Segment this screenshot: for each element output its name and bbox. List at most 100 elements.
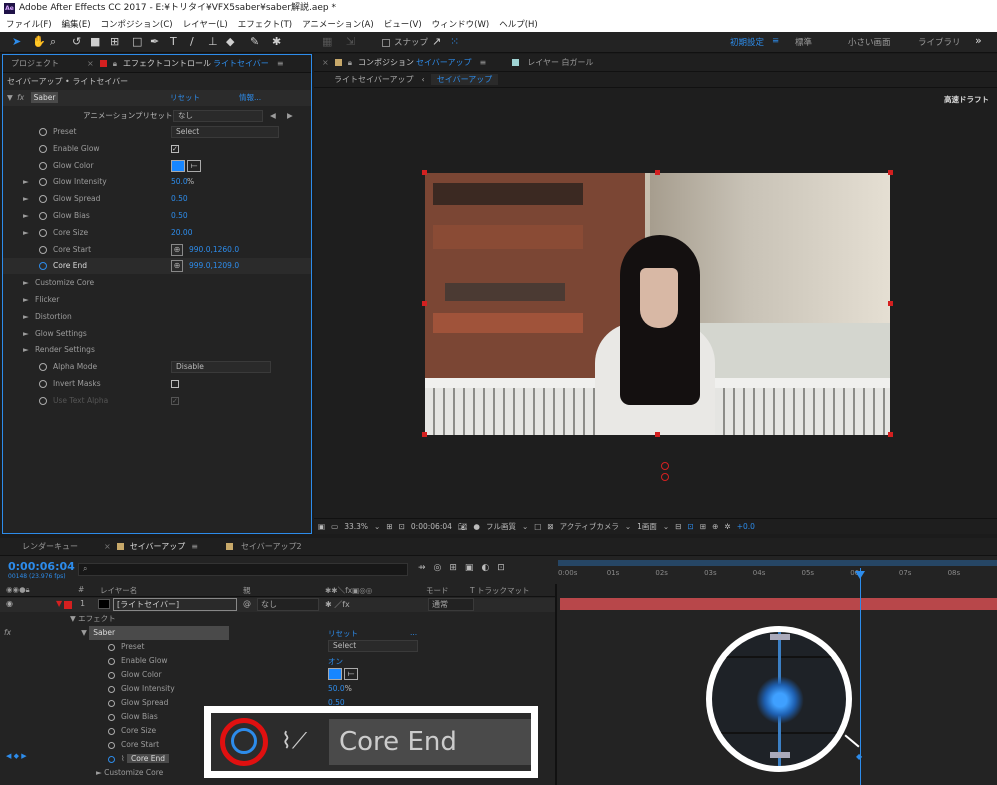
property-alpha-mode[interactable]: Alpha Mode Disable bbox=[3, 359, 311, 375]
tab-composition[interactable]: コンポジション bbox=[358, 57, 414, 68]
camera-tool-icon[interactable]: ■ bbox=[90, 35, 100, 48]
property-checkbox[interactable]: ✓ bbox=[171, 396, 179, 405]
graph-icon[interactable]: ⌇⟋ bbox=[281, 729, 307, 754]
tl-preset-dropdown[interactable]: Select bbox=[328, 640, 418, 652]
menu-animation[interactable]: アニメーション(A) bbox=[302, 18, 374, 30]
timeline-switch-icons[interactable]: ⇸◎⊞▣◐⊡ bbox=[418, 563, 513, 573]
workspace-small-screen[interactable]: 小さい画面 bbox=[848, 36, 891, 48]
zoom-tool-icon[interactable]: ⌕ bbox=[50, 35, 56, 49]
twirl-open-icon[interactable]: ▼ bbox=[70, 614, 78, 623]
workspace-libraries[interactable]: ライブラリ bbox=[918, 36, 961, 48]
point-value[interactable]: 990.0,1260.0 bbox=[189, 242, 239, 258]
property-core-start[interactable]: Core Start ⊕ 990.0,1260.0 bbox=[3, 242, 311, 258]
layer-handle[interactable] bbox=[655, 432, 660, 437]
property-use-text-alpha[interactable]: Use Text Alpha ✓ bbox=[3, 393, 311, 409]
selection-tool-icon[interactable]: ➤ bbox=[12, 35, 21, 48]
tl-property-glow-color[interactable]: Glow Color bbox=[108, 668, 162, 682]
stopwatch-icon[interactable] bbox=[108, 685, 115, 693]
tl-enable-glow-value[interactable]: オン bbox=[328, 656, 343, 667]
animation-preset-dropdown[interactable]: なし bbox=[173, 110, 263, 122]
property-value[interactable]: 50.0 bbox=[171, 174, 188, 190]
toggle-pixel-aspect-icon[interactable]: ⊟ bbox=[675, 522, 681, 531]
roto-brush-tool-icon[interactable]: ✎ bbox=[250, 35, 259, 48]
property-enable-glow[interactable]: Enable Glow ✓ bbox=[3, 141, 311, 157]
panel-menu-icon[interactable]: ≡ bbox=[480, 58, 487, 67]
stopwatch-icon[interactable] bbox=[108, 727, 115, 735]
twirl-closed-icon[interactable]: ► bbox=[23, 309, 29, 325]
flowchart-icon[interactable]: ⊕ bbox=[712, 522, 718, 531]
camera-snapshot-icon[interactable]: 📷︎ bbox=[458, 522, 468, 531]
rotate-tool-icon[interactable]: ↺ bbox=[72, 35, 81, 48]
effect-about-link[interactable]: 情報... bbox=[239, 90, 261, 106]
effect-more-link[interactable]: ... bbox=[410, 628, 417, 637]
twirl-open-icon[interactable]: ▼ bbox=[81, 628, 89, 637]
twirl-closed-icon[interactable]: ► bbox=[23, 275, 29, 291]
keyframe-icon[interactable]: ◆ bbox=[856, 752, 862, 761]
timeline-search-input[interactable]: ⌕ bbox=[78, 563, 408, 576]
tl-property-enable-glow[interactable]: Enable Glow bbox=[108, 654, 168, 668]
grid-icon[interactable]: ⊞ bbox=[386, 522, 392, 531]
core-start-point-icon[interactable] bbox=[661, 473, 669, 481]
tl-intensity-value[interactable]: 50.0% bbox=[328, 684, 352, 693]
chevron-down-icon[interactable]: ⌄ bbox=[522, 522, 528, 531]
menu-composition[interactable]: コンポジション(C) bbox=[101, 18, 173, 30]
workspace-standard[interactable]: 標準 bbox=[795, 36, 812, 48]
core-end-point-icon[interactable] bbox=[661, 462, 669, 470]
timeline-icon[interactable]: ⊞ bbox=[700, 522, 706, 531]
close-icon[interactable]: × bbox=[87, 59, 94, 68]
layer-row[interactable]: ◉ ▼ 1 [ライトセイバー] @ なし ✱ ／fx 通常 bbox=[0, 598, 555, 612]
stopwatch-icon[interactable] bbox=[108, 657, 115, 665]
transparency-grid-icon[interactable]: ⊠ bbox=[547, 522, 553, 531]
current-time[interactable]: 0:00:06:04 bbox=[8, 560, 75, 573]
layer-duration-bar[interactable] bbox=[560, 598, 997, 610]
tl-property-glow-bias[interactable]: Glow Bias bbox=[108, 710, 158, 724]
twirl-closed-icon[interactable]: ► bbox=[23, 225, 29, 241]
comp-nav-parent[interactable]: ライトセイバーアップ bbox=[334, 74, 414, 85]
group-render-settings[interactable]: ► Render Settings bbox=[3, 342, 311, 358]
tab-render-queue[interactable]: レンダーキュー bbox=[22, 541, 78, 552]
views-dropdown[interactable]: 1画面 bbox=[637, 521, 657, 532]
stopwatch-icon[interactable] bbox=[39, 228, 47, 237]
menu-effect[interactable]: エフェクト(T) bbox=[238, 18, 292, 30]
eyedropper-icon[interactable]: ⟝ bbox=[187, 159, 201, 172]
time-ruler[interactable]: 0:00s01s02s03s04s05s06s07s08s bbox=[558, 560, 997, 584]
effect-reset-link[interactable]: リセット bbox=[170, 90, 200, 106]
menu-edit[interactable]: 編集(E) bbox=[62, 18, 91, 30]
group-customize-core[interactable]: ► Customize Core bbox=[3, 275, 311, 291]
twirl-closed-icon[interactable]: ► bbox=[23, 342, 29, 358]
stopwatch-icon[interactable] bbox=[39, 144, 47, 153]
layer-name[interactable]: [ライトセイバー] bbox=[113, 598, 237, 611]
type-tool-icon[interactable]: T bbox=[170, 35, 177, 48]
panel-menu-icon[interactable]: ≡ bbox=[277, 59, 284, 68]
mode-header[interactable]: モード bbox=[426, 585, 449, 596]
pane-divider[interactable] bbox=[555, 584, 557, 785]
tab-composition-name[interactable]: セイバーアップ bbox=[416, 57, 472, 68]
property-preset[interactable]: Preset Select bbox=[3, 124, 311, 140]
chevron-down-icon[interactable]: ⌄ bbox=[374, 522, 380, 531]
layer-switches-icon[interactable]: ✱ ／fx bbox=[325, 599, 350, 610]
workspace-menu-icon[interactable]: ≡ bbox=[772, 36, 779, 46]
point-target-icon[interactable]: ⊕ bbox=[171, 243, 183, 256]
hand-tool-icon[interactable]: ✋ bbox=[32, 35, 46, 48]
property-value[interactable]: 20.00 bbox=[171, 225, 192, 241]
menu-layer[interactable]: レイヤー(L) bbox=[183, 18, 228, 30]
twirl-open-icon[interactable]: ▼ bbox=[56, 599, 62, 608]
zoom-level[interactable]: 33.3% bbox=[344, 522, 368, 531]
comp-nav-current[interactable]: セイバーアップ bbox=[430, 74, 499, 85]
tab-effect-layer-name[interactable]: ライトセイバー bbox=[213, 58, 269, 69]
group-flicker[interactable]: ► Flicker bbox=[3, 292, 311, 308]
snap-checkbox[interactable] bbox=[382, 39, 390, 47]
stopwatch-icon[interactable] bbox=[108, 755, 115, 763]
eyedropper-icon[interactable]: ⟝ bbox=[344, 668, 358, 680]
property-invert-masks[interactable]: Invert Masks bbox=[3, 376, 311, 392]
pen-tool-icon[interactable]: ✒ bbox=[150, 35, 159, 48]
work-area-bar[interactable] bbox=[558, 560, 997, 566]
group-glow-settings[interactable]: ► Glow Settings bbox=[3, 326, 311, 342]
stopwatch-icon[interactable] bbox=[108, 671, 115, 679]
tl-intensity-number[interactable]: 50.0 bbox=[328, 684, 345, 693]
property-glow-spread[interactable]: ► Glow Spread 0.50 bbox=[3, 191, 311, 207]
keyframe-navigator-icon[interactable]: ◀ ◆ ▶ bbox=[6, 752, 27, 760]
more-workspaces-button[interactable]: » bbox=[975, 34, 982, 47]
property-checkbox[interactable]: ✓ bbox=[171, 144, 179, 153]
twirl-closed-icon[interactable]: ► bbox=[23, 326, 29, 342]
